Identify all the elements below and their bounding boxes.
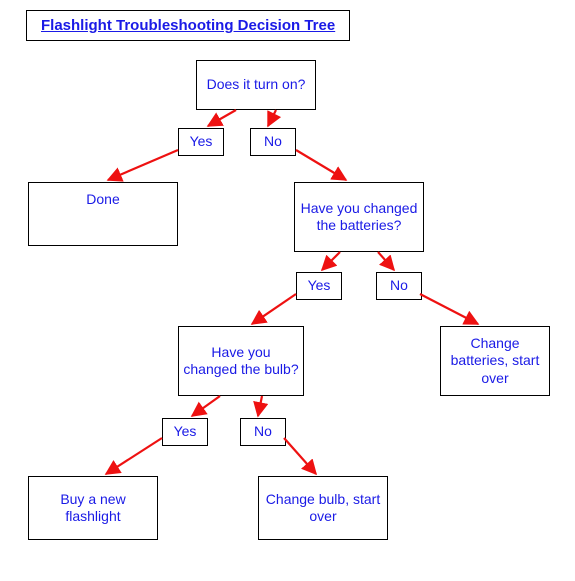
node-q3: Have you changed the bulb? [178,326,304,396]
node-change-bulb: Change bulb, start over [258,476,388,540]
node-buy-new: Buy a new flashlight [28,476,158,540]
node-q2-no: No [376,272,422,300]
node-done: Done [28,182,178,246]
node-q1-yes: Yes [178,128,224,156]
node-q1-no: No [250,128,296,156]
node-q2: Have you changed the batteries? [294,182,424,252]
node-q3-yes: Yes [162,418,208,446]
diagram-title: Flashlight Troubleshooting Decision Tree [26,10,350,41]
node-q1: Does it turn on? [196,60,316,110]
node-q2-yes: Yes [296,272,342,300]
node-change-batteries: Change batteries, start over [440,326,550,396]
node-q3-no: No [240,418,286,446]
diagram-canvas: Flashlight Troubleshooting Decision Tree… [0,0,575,581]
